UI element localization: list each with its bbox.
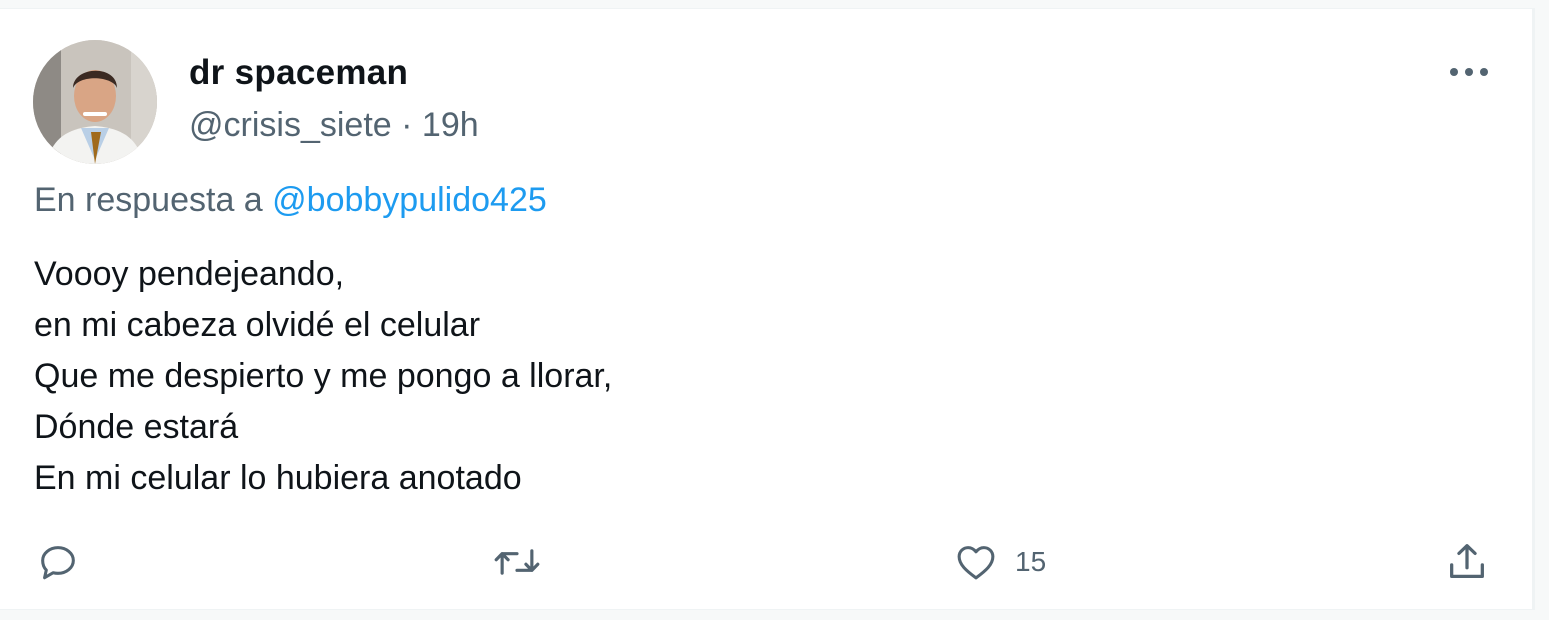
tweet-card[interactable]: dr spaceman @crisis_siete · 19h En respu… [0, 8, 1535, 610]
tweet-line: Dónde estará [34, 408, 239, 446]
meta-separator: · [401, 106, 413, 144]
more-options-button[interactable] [1448, 57, 1490, 87]
user-handle[interactable]: @crisis_siete [189, 106, 392, 144]
tweet-header: dr spaceman @crisis_siete · 19h [189, 53, 479, 145]
heart-icon [957, 546, 995, 580]
tweet-text: Voooy pendejeando, en mi cabeza olvidé e… [34, 249, 612, 504]
reply-icon [41, 546, 75, 580]
tweet-line: Voooy pendejeando, [34, 255, 345, 293]
like-button[interactable]: 15 [952, 536, 1046, 588]
tweet-time[interactable]: 19h [422, 106, 479, 144]
reply-button[interactable] [35, 536, 81, 588]
reply-context: En respuesta a @bobbypulido425 [34, 179, 547, 221]
tweet-line: Que me despierto y me pongo a llorar, [34, 357, 613, 395]
like-count: 15 [1015, 546, 1047, 577]
retweet-icon [494, 549, 540, 575]
share-button[interactable] [1443, 536, 1491, 588]
tweet-line: En mi celular lo hubiera anotado [34, 459, 522, 497]
reply-prefix: En respuesta a [34, 181, 263, 219]
avatar[interactable] [33, 40, 157, 164]
more-icon [1450, 68, 1488, 76]
display-name[interactable]: dr spaceman [189, 53, 479, 93]
retweet-button[interactable] [491, 536, 543, 588]
tweet-meta: @crisis_siete · 19h [189, 105, 479, 145]
tweet-line: en mi cabeza olvidé el celular [34, 306, 481, 344]
share-icon [1450, 544, 1484, 579]
reply-handle-link[interactable]: @bobbypulido425 [272, 181, 547, 219]
